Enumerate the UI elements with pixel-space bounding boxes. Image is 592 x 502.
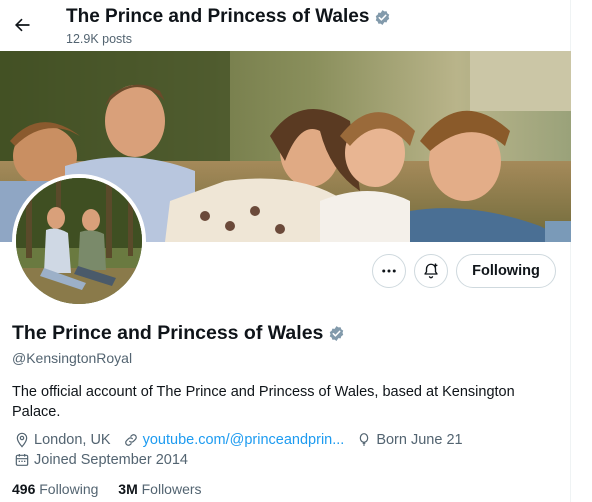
header-title-row: The Prince and Princess of Wales	[66, 6, 391, 28]
header-title: The Prince and Princess of Wales	[66, 6, 370, 27]
back-button[interactable]	[8, 8, 36, 42]
profile-handle: @KensingtonRoyal	[12, 350, 133, 366]
website-link[interactable]: youtube.com/@princeandprin...	[143, 432, 345, 448]
location-pin-icon	[16, 432, 28, 448]
followers-count: 3M	[118, 481, 138, 497]
profile-bio: The official account of The Prince and P…	[12, 384, 515, 420]
more-dots-icon	[382, 269, 396, 273]
profile-name-row: The Prince and Princess of Wales	[12, 322, 345, 345]
following-count: 496	[12, 481, 36, 497]
profile-stats: 496 Following 3M Followers	[12, 481, 218, 497]
balloon-icon	[360, 433, 369, 446]
birthday-text: Born June 21	[376, 432, 463, 448]
verified-badge-icon	[376, 9, 390, 25]
following-button[interactable]: Following	[456, 254, 556, 288]
link-icon	[124, 434, 137, 446]
profile-avatar[interactable]	[12, 174, 146, 308]
location-text: London, UK	[34, 432, 111, 448]
followers-label: Followers	[141, 481, 202, 497]
calendar-icon	[15, 454, 29, 466]
profile-joined-row: Joined September 2014	[14, 452, 200, 468]
notifications-button[interactable]	[414, 254, 448, 288]
following-stat[interactable]: 496 Following	[12, 481, 102, 497]
posts-count: 12.9K posts	[66, 32, 133, 46]
joined-text: Joined September 2014	[34, 452, 188, 468]
profile-name: The Prince and Princess of Wales	[12, 322, 324, 344]
bell-plus-icon	[424, 263, 438, 279]
verified-badge-icon	[330, 326, 344, 341]
more-options-button[interactable]	[372, 254, 406, 288]
location-item: London, UK	[14, 432, 111, 448]
website-item[interactable]: youtube.com/@princeandprin...	[123, 432, 345, 448]
joined-item: Joined September 2014	[14, 452, 188, 468]
followers-stat[interactable]: 3M Followers	[118, 481, 201, 497]
birthday-item: Born June 21	[356, 432, 463, 448]
profile-meta-row: London, UK youtube.com/@princeandprin...…	[14, 432, 475, 448]
following-label: Following	[39, 481, 99, 497]
arrow-left-icon	[15, 18, 30, 32]
